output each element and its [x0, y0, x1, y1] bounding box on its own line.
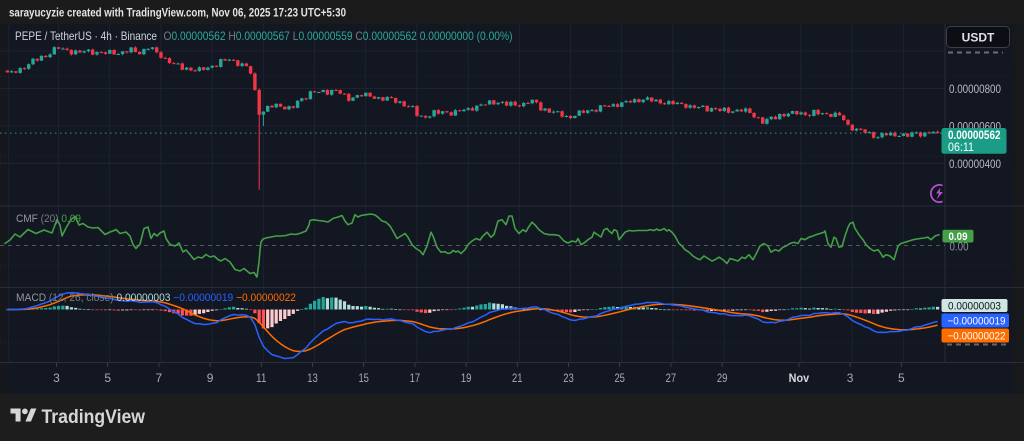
svg-text:9: 9 — [207, 371, 214, 385]
svg-text:11: 11 — [256, 371, 267, 385]
svg-text:−0.00000019: −0.00000019 — [948, 315, 1006, 327]
svg-text:0.00000003: 0.00000003 — [948, 300, 1001, 312]
svg-text:sarayucyzie created with Tradi: sarayucyzie created with TradingView.com… — [9, 6, 346, 20]
svg-text:0.00: 0.00 — [950, 240, 969, 254]
svg-text:15: 15 — [358, 371, 369, 385]
svg-text:5: 5 — [104, 371, 111, 385]
svg-text:3: 3 — [53, 371, 60, 385]
svg-text:7: 7 — [156, 371, 163, 385]
svg-text:0.00000400: 0.00000400 — [949, 157, 1001, 171]
svg-text:23: 23 — [563, 371, 574, 385]
svg-text:0.00000800: 0.00000800 — [949, 82, 1001, 96]
svg-text:O0.00000562 H0.00000567 L0.000: O0.00000562 H0.00000567 L0.00000559 C0.0… — [164, 29, 513, 43]
svg-text:17: 17 — [410, 371, 421, 385]
svg-text:MACD (12, 26, close) 0.0000000: MACD (12, 26, close) 0.00000003 −0.00000… — [16, 292, 296, 304]
svg-text:3: 3 — [847, 371, 854, 385]
svg-text:21: 21 — [512, 371, 523, 385]
svg-text:25: 25 — [614, 371, 625, 385]
svg-text:5: 5 — [898, 371, 905, 385]
svg-text:−0.00000022: −0.00000022 — [948, 330, 1006, 342]
svg-text:19: 19 — [461, 371, 472, 385]
svg-text:CMF (20) 0.09: CMF (20) 0.09 — [16, 213, 81, 225]
svg-text:PEPE / TetherUS · 4h · Binance: PEPE / TetherUS · 4h · Binance — [15, 29, 157, 43]
svg-text:USDT: USDT — [962, 31, 995, 45]
svg-text:Nov: Nov — [789, 371, 810, 385]
svg-text:06:11: 06:11 — [948, 140, 974, 154]
svg-text:TradingView: TradingView — [42, 406, 146, 428]
svg-text:29: 29 — [717, 371, 728, 385]
svg-text:27: 27 — [666, 371, 677, 385]
svg-text:13: 13 — [307, 371, 318, 385]
